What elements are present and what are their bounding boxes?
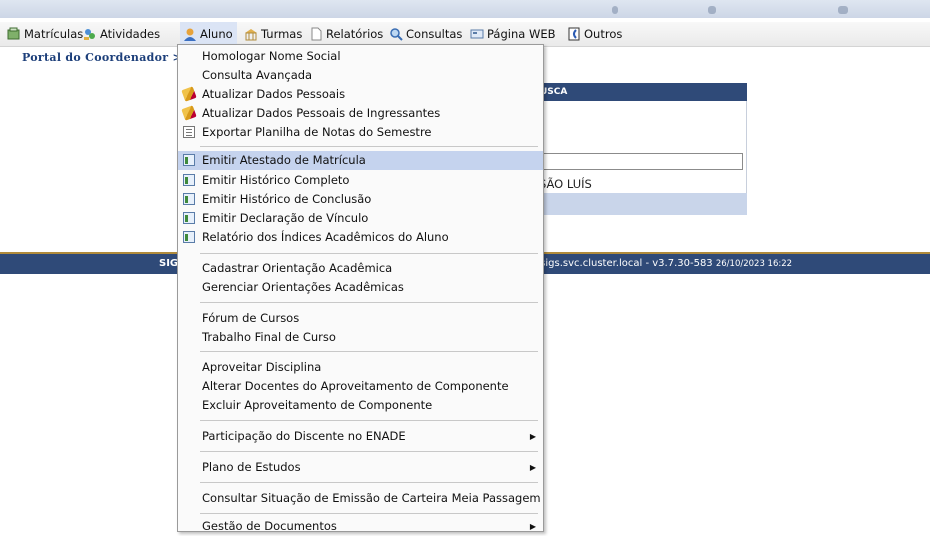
document-icon: [183, 193, 195, 205]
pencil-icon: [181, 105, 197, 121]
menu-item-label: Homologar Nome Social: [202, 49, 341, 63]
menu-item-atualizar-dados-pessoais[interactable]: Atualizar Dados Pessoais: [178, 85, 543, 104]
menu-item-label: Alterar Docentes do Aproveitamento de Co…: [202, 379, 509, 393]
menu-separator: [200, 146, 538, 147]
menu-item-carteira-meia-passagem[interactable]: Consultar Situação de Emissão de Carteir…: [178, 489, 543, 508]
menu-label: Página WEB: [487, 27, 556, 41]
menu-item-label: Gerenciar Orientações Acadêmicas: [202, 280, 404, 294]
menu-item-label: Exportar Planilha de Notas do Semestre: [202, 125, 432, 139]
menu-item-label: Emitir Declaração de Vínculo: [202, 211, 369, 225]
menu-separator: [200, 451, 538, 452]
menu-item-declaracao-vinculo[interactable]: Emitir Declaração de Vínculo: [178, 209, 543, 228]
consultas-icon: [389, 27, 403, 41]
menu-separator: [200, 351, 538, 352]
menu-item-historico-completo[interactable]: Emitir Histórico Completo: [178, 171, 543, 190]
menu-item-label: Fórum de Cursos: [202, 311, 300, 325]
menu-item-alterar-docentes[interactable]: Alterar Docentes do Aproveitamento de Co…: [178, 377, 543, 396]
menu-label: Turmas: [261, 27, 303, 41]
menu-item-label: Excluir Aproveitamento de Componente: [202, 398, 433, 412]
menu-item-label: Atualizar Dados Pessoais de Ingressantes: [202, 106, 441, 120]
aluno-dropdown-menu: Homologar Nome Social Consulta Avançada …: [177, 44, 544, 533]
banner-decoration: [708, 6, 716, 14]
menu-pagina-web[interactable]: Página WEB: [470, 22, 555, 46]
menu-item-historico-conclusao[interactable]: Emitir Histórico de Conclusão: [178, 190, 543, 209]
menu-item-aproveitar-disciplina[interactable]: Aproveitar Disciplina: [178, 358, 543, 377]
top-banner-strip: [0, 0, 930, 18]
document-icon: [183, 174, 195, 186]
menu-item-gerenciar-orientacoes[interactable]: Gerenciar Orientações Acadêmicas: [178, 278, 543, 297]
menu-item-participacao-enade[interactable]: Participação do Discente no ENADE ▶: [178, 427, 543, 446]
menu-atividades[interactable]: Atividades: [83, 22, 160, 46]
document-icon: [183, 154, 195, 166]
submenu-arrow-icon: ▶: [529, 522, 536, 531]
menu-item-cadastrar-orientacao[interactable]: Cadastrar Orientação Acadêmica: [178, 259, 543, 278]
menu-label: Relatórios: [326, 27, 384, 41]
panel-header: USCA: [536, 83, 747, 101]
menu-item-label: Consulta Avançada: [202, 68, 313, 82]
menu-separator: [200, 420, 538, 421]
matriculas-icon: [7, 27, 21, 41]
menu-item-label: Participação do Discente no ENADE: [202, 429, 406, 443]
menu-item-label: Trabalho Final de Curso: [202, 330, 336, 344]
menu-item-label: Aproveitar Disciplina: [202, 360, 322, 374]
panel-footer: [536, 193, 747, 215]
menu-outros[interactable]: Outros: [567, 22, 622, 46]
menu-matriculas[interactable]: Matrículas: [7, 22, 83, 46]
submenu-arrow-icon: ▶: [529, 463, 536, 472]
menu-item-label: Atualizar Dados Pessoais: [202, 87, 346, 101]
menu-turmas[interactable]: Turmas: [244, 22, 302, 46]
menu-item-label: Emitir Atestado de Matrícula: [202, 153, 366, 167]
banner-decoration: [838, 6, 848, 14]
document-icon: [183, 231, 195, 243]
menu-relatorios[interactable]: Relatórios: [309, 22, 383, 46]
banner-decoration: [612, 6, 618, 14]
menu-label: Aluno: [200, 27, 233, 41]
submenu-arrow-icon: ▶: [529, 432, 536, 441]
menu-item-label: Cadastrar Orientação Acadêmica: [202, 261, 393, 275]
spreadsheet-icon: [183, 126, 195, 138]
aluno-icon: [183, 27, 197, 41]
footer-system-name: SIG: [159, 258, 179, 269]
atividades-icon: [83, 27, 97, 41]
menu-item-label: Emitir Histórico Completo: [202, 173, 350, 187]
menu-label: Matrículas: [24, 27, 84, 41]
menu-item-label: Consultar Situação de Emissão de Carteir…: [202, 491, 541, 505]
menu-item-plano-estudos[interactable]: Plano de Estudos ▶: [178, 458, 543, 477]
menu-consultas[interactable]: Consultas: [389, 22, 462, 46]
menu-item-label: Plano de Estudos: [202, 460, 301, 474]
menu-label: Outros: [584, 27, 623, 41]
menu-item-homologar-nome-social[interactable]: Homologar Nome Social: [178, 47, 543, 66]
menu-aluno[interactable]: Aluno: [180, 22, 237, 46]
outros-icon: [567, 27, 581, 41]
menu-label: Consultas: [406, 27, 463, 41]
menu-item-exportar-planilha[interactable]: Exportar Planilha de Notas do Semestre: [178, 123, 543, 142]
pagina-web-icon: [470, 27, 484, 41]
menu-separator: [200, 482, 538, 483]
search-input[interactable]: [536, 153, 743, 170]
campus-text: SÃO LUÍS: [539, 177, 592, 191]
breadcrumb[interactable]: Portal do Coordenador >: [22, 51, 182, 64]
relatorios-icon: [309, 27, 323, 41]
footer-server-info: .sigs.svc.cluster.local - v3.7.30-583 26…: [537, 258, 792, 269]
turmas-icon: [244, 27, 258, 41]
pencil-icon: [181, 86, 197, 102]
menu-item-label: Emitir Histórico de Conclusão: [202, 192, 372, 206]
menu-separator: [200, 302, 538, 303]
footer-timestamp: 26/10/2023 16:22: [715, 259, 793, 269]
menu-item-atualizar-dados-ingressantes[interactable]: Atualizar Dados Pessoais de Ingressantes: [178, 104, 543, 123]
menu-separator: [200, 253, 538, 254]
menu-item-label: Gestão de Documentos: [202, 519, 337, 533]
menu-item-label: Relatório dos Índices Acadêmicos do Alun…: [202, 230, 449, 244]
menu-item-trabalho-final[interactable]: Trabalho Final de Curso: [178, 328, 543, 347]
menu-item-forum-cursos[interactable]: Fórum de Cursos: [178, 309, 543, 328]
menu-separator: [200, 513, 538, 514]
menu-item-relatorio-indices[interactable]: Relatório dos Índices Acadêmicos do Alun…: [178, 228, 543, 247]
menu-item-gestao-documentos[interactable]: Gestão de Documentos ▶: [178, 517, 543, 536]
menu-item-consulta-avancada[interactable]: Consulta Avançada: [178, 66, 543, 85]
menu-item-emitir-atestado[interactable]: Emitir Atestado de Matrícula: [178, 151, 543, 170]
footer-version: .sigs.svc.cluster.local - v3.7.30-583: [537, 258, 713, 269]
document-icon: [183, 212, 195, 224]
menu-item-excluir-aproveitamento[interactable]: Excluir Aproveitamento de Componente: [178, 396, 543, 415]
menu-label: Atividades: [100, 27, 161, 41]
